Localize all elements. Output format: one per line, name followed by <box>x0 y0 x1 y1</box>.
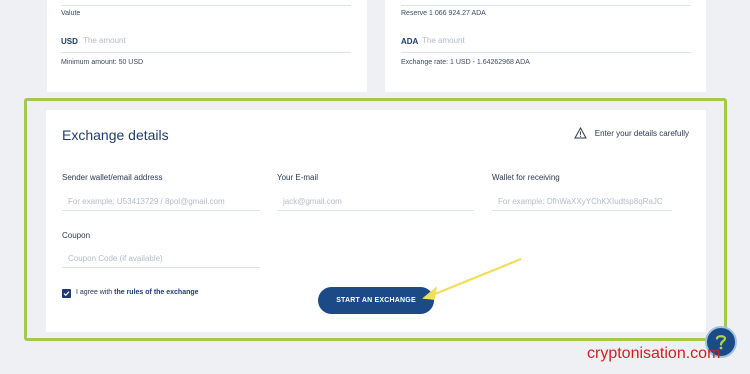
receive-amount-underline <box>401 52 691 53</box>
send-amount-underline <box>61 52 351 53</box>
send-card: Valute USD The amount Minimum amount: 50… <box>47 0 367 92</box>
receive-amount-input[interactable]: The amount <box>422 36 465 45</box>
reserve-text: Reserve 1 066 924.27 ADA <box>401 10 486 17</box>
highlight-frame <box>24 98 727 341</box>
exchange-rate: Exchange rate: 1 USD - 1.64262968 ADA <box>401 59 530 66</box>
divider <box>401 5 691 6</box>
valute-label: Valute <box>61 10 81 17</box>
receive-currency[interactable]: ADA <box>401 37 418 46</box>
send-currency[interactable]: USD <box>61 37 78 46</box>
watermark-text: cryptonisation.com <box>587 345 721 362</box>
divider <box>61 5 351 6</box>
minimum-amount: Minimum amount: 50 USD <box>61 59 144 66</box>
send-amount-input[interactable]: The amount <box>83 36 126 45</box>
receive-card: Reserve 1 066 924.27 ADA ADA The amount … <box>385 0 706 92</box>
